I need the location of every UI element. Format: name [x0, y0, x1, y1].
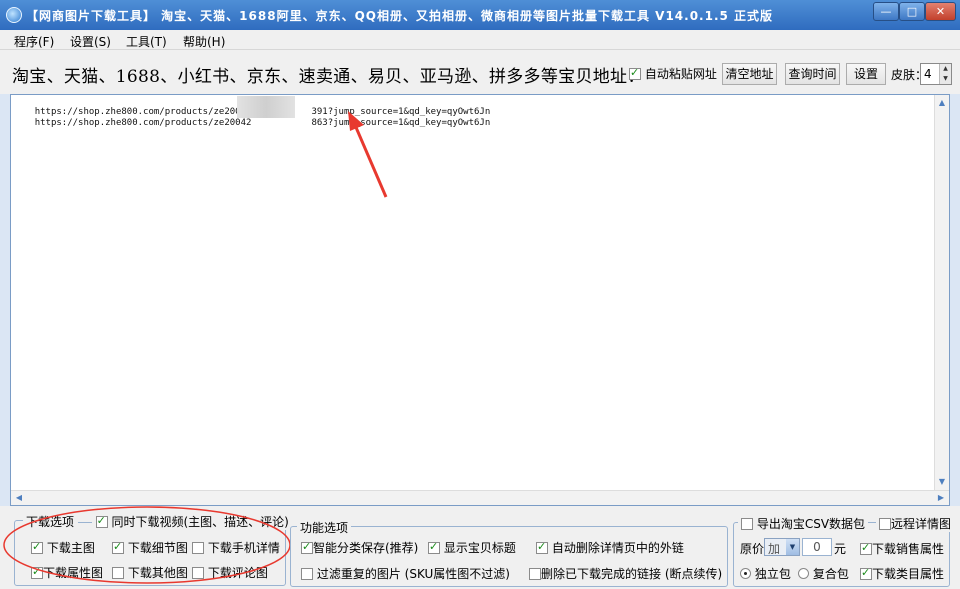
checkbox-icon: [741, 518, 753, 530]
checkbox-icon: [301, 568, 313, 580]
checkbox-icon: [428, 540, 440, 554]
spinner-arrows-icon[interactable]: ▲ ▼: [939, 64, 951, 84]
checkbox-icon: [629, 66, 641, 80]
chevron-down-icon[interactable]: ▼: [786, 539, 799, 555]
minimize-button[interactable]: —: [873, 2, 899, 21]
price-input[interactable]: 0: [802, 538, 832, 556]
remove-external-links-checkbox[interactable]: 自动删除详情页中的外链: [536, 539, 684, 556]
clear-address-button[interactable]: 清空地址: [722, 63, 777, 85]
menu-tools[interactable]: 工具(T): [126, 33, 167, 50]
scroll-up-icon[interactable]: ▲: [937, 98, 947, 108]
export-csv-checkbox[interactable]: 导出淘宝CSV数据包: [738, 515, 869, 532]
price-label: 原价: [740, 542, 765, 556]
red-ellipse-annotation: [3, 506, 291, 584]
option-label: 自动删除详情页中的外链: [551, 541, 684, 555]
price-mode-value: 加: [768, 542, 781, 556]
url-textarea[interactable]: https://shop.zhe800.com/products/ze20040…: [10, 94, 950, 506]
option-label: 独立包: [754, 567, 791, 581]
app-icon: [6, 7, 22, 23]
option-label: 复合包: [812, 567, 849, 581]
checkbox-icon: [301, 540, 313, 554]
delete-finished-links-checkbox[interactable]: 删除已下载完成的链接 (断点续传): [529, 565, 722, 582]
price-unit: 元: [834, 542, 847, 556]
option-label: 删除已下载完成的链接 (断点续传): [541, 567, 723, 581]
red-arrow-annotation: [348, 111, 388, 198]
menu-bar: 程序(F) 设置(S) 工具(T) 帮助(H): [0, 30, 960, 50]
option-label: 下载销售属性: [872, 542, 945, 556]
download-sales-attr-checkbox[interactable]: 下载销售属性: [860, 540, 944, 557]
window-title: 【网商图片下载工具】 淘宝、天猫、1688阿里、京东、QQ相册、又拍相册、微商相…: [26, 9, 774, 23]
filter-duplicate-images-checkbox[interactable]: 过滤重复的图片 (SKU属性图不过滤): [301, 565, 510, 582]
remote-detail-checkbox[interactable]: 远程详情图: [876, 515, 955, 532]
close-button[interactable]: ✕: [925, 2, 956, 21]
checkbox-icon: [879, 518, 891, 530]
radio-icon: [740, 568, 751, 579]
single-pack-radio[interactable]: 独立包: [740, 565, 791, 582]
menu-settings[interactable]: 设置(S): [70, 33, 111, 50]
supported-sites-label: 淘宝、天猫、1688、小红书、京东、速卖通、易贝、亚马逊、拼多多等宝贝地址：: [12, 67, 645, 87]
export-csv-label: 导出淘宝CSV数据包: [756, 517, 866, 531]
checkbox-icon: [529, 568, 541, 580]
redaction-blur: [237, 96, 295, 118]
price-mode-dropdown[interactable]: 加 ▼: [764, 538, 800, 556]
auto-paste-checkbox[interactable]: 自动粘贴网址: [629, 65, 717, 82]
smart-category-save-checkbox[interactable]: 智能分类保存(推荐): [301, 539, 418, 556]
option-label: 下载类目属性: [872, 567, 945, 581]
merge-pack-radio[interactable]: 复合包: [798, 565, 849, 582]
auto-paste-label: 自动粘贴网址: [644, 67, 717, 81]
skin-spinner[interactable]: 4 ▲ ▼: [920, 63, 952, 85]
settings-button[interactable]: 设置: [846, 63, 886, 85]
remote-detail-label: 远程详情图: [891, 517, 952, 531]
options-panel: 下载选项 同时下载视频(主图、描述、评论) 下载主图 下载细节图 下载手机详情 …: [0, 506, 960, 589]
toolbar: 淘宝、天猫、1688、小红书、京东、速卖通、易贝、亚马逊、拼多多等宝贝地址： 自…: [0, 50, 960, 94]
maximize-button[interactable]: □: [899, 2, 925, 21]
csv-options-group: 导出淘宝CSV数据包 远程详情图 原价 加 ▼ 0 元 下载销售属性 独立包 复…: [733, 515, 955, 587]
scroll-right-icon[interactable]: ▶: [936, 493, 946, 503]
function-options-group: 功能选项 智能分类保存(推荐) 显示宝贝标题 自动删除详情页中的外链 过滤重复的…: [290, 519, 728, 587]
menu-help[interactable]: 帮助(H): [183, 33, 225, 50]
skin-value: 4: [924, 67, 932, 81]
show-title-checkbox[interactable]: 显示宝贝标题: [428, 539, 516, 556]
checkbox-icon: [860, 541, 872, 555]
scroll-down-icon[interactable]: ▼: [937, 477, 947, 487]
menu-program[interactable]: 程序(F): [14, 33, 54, 50]
download-category-attr-checkbox[interactable]: 下载类目属性: [860, 565, 944, 582]
option-label: 显示宝贝标题: [443, 541, 516, 555]
checkbox-icon: [536, 540, 548, 554]
function-options-legend: 功能选项: [297, 519, 352, 536]
option-label: 过滤重复的图片 (SKU属性图不过滤): [316, 567, 510, 581]
url-prefix: https://shop.zhe800.com/products/ze20042: [34, 118, 252, 128]
option-label: 智能分类保存(推荐): [313, 541, 419, 555]
checkbox-icon: [860, 566, 872, 580]
query-time-button[interactable]: 查询时间: [785, 63, 840, 85]
title-bar: 【网商图片下载工具】 淘宝、天猫、1688阿里、京东、QQ相册、又拍相册、微商相…: [0, 0, 960, 30]
vertical-scrollbar[interactable]: ▲ ▼: [934, 95, 949, 490]
radio-icon: [798, 568, 809, 579]
